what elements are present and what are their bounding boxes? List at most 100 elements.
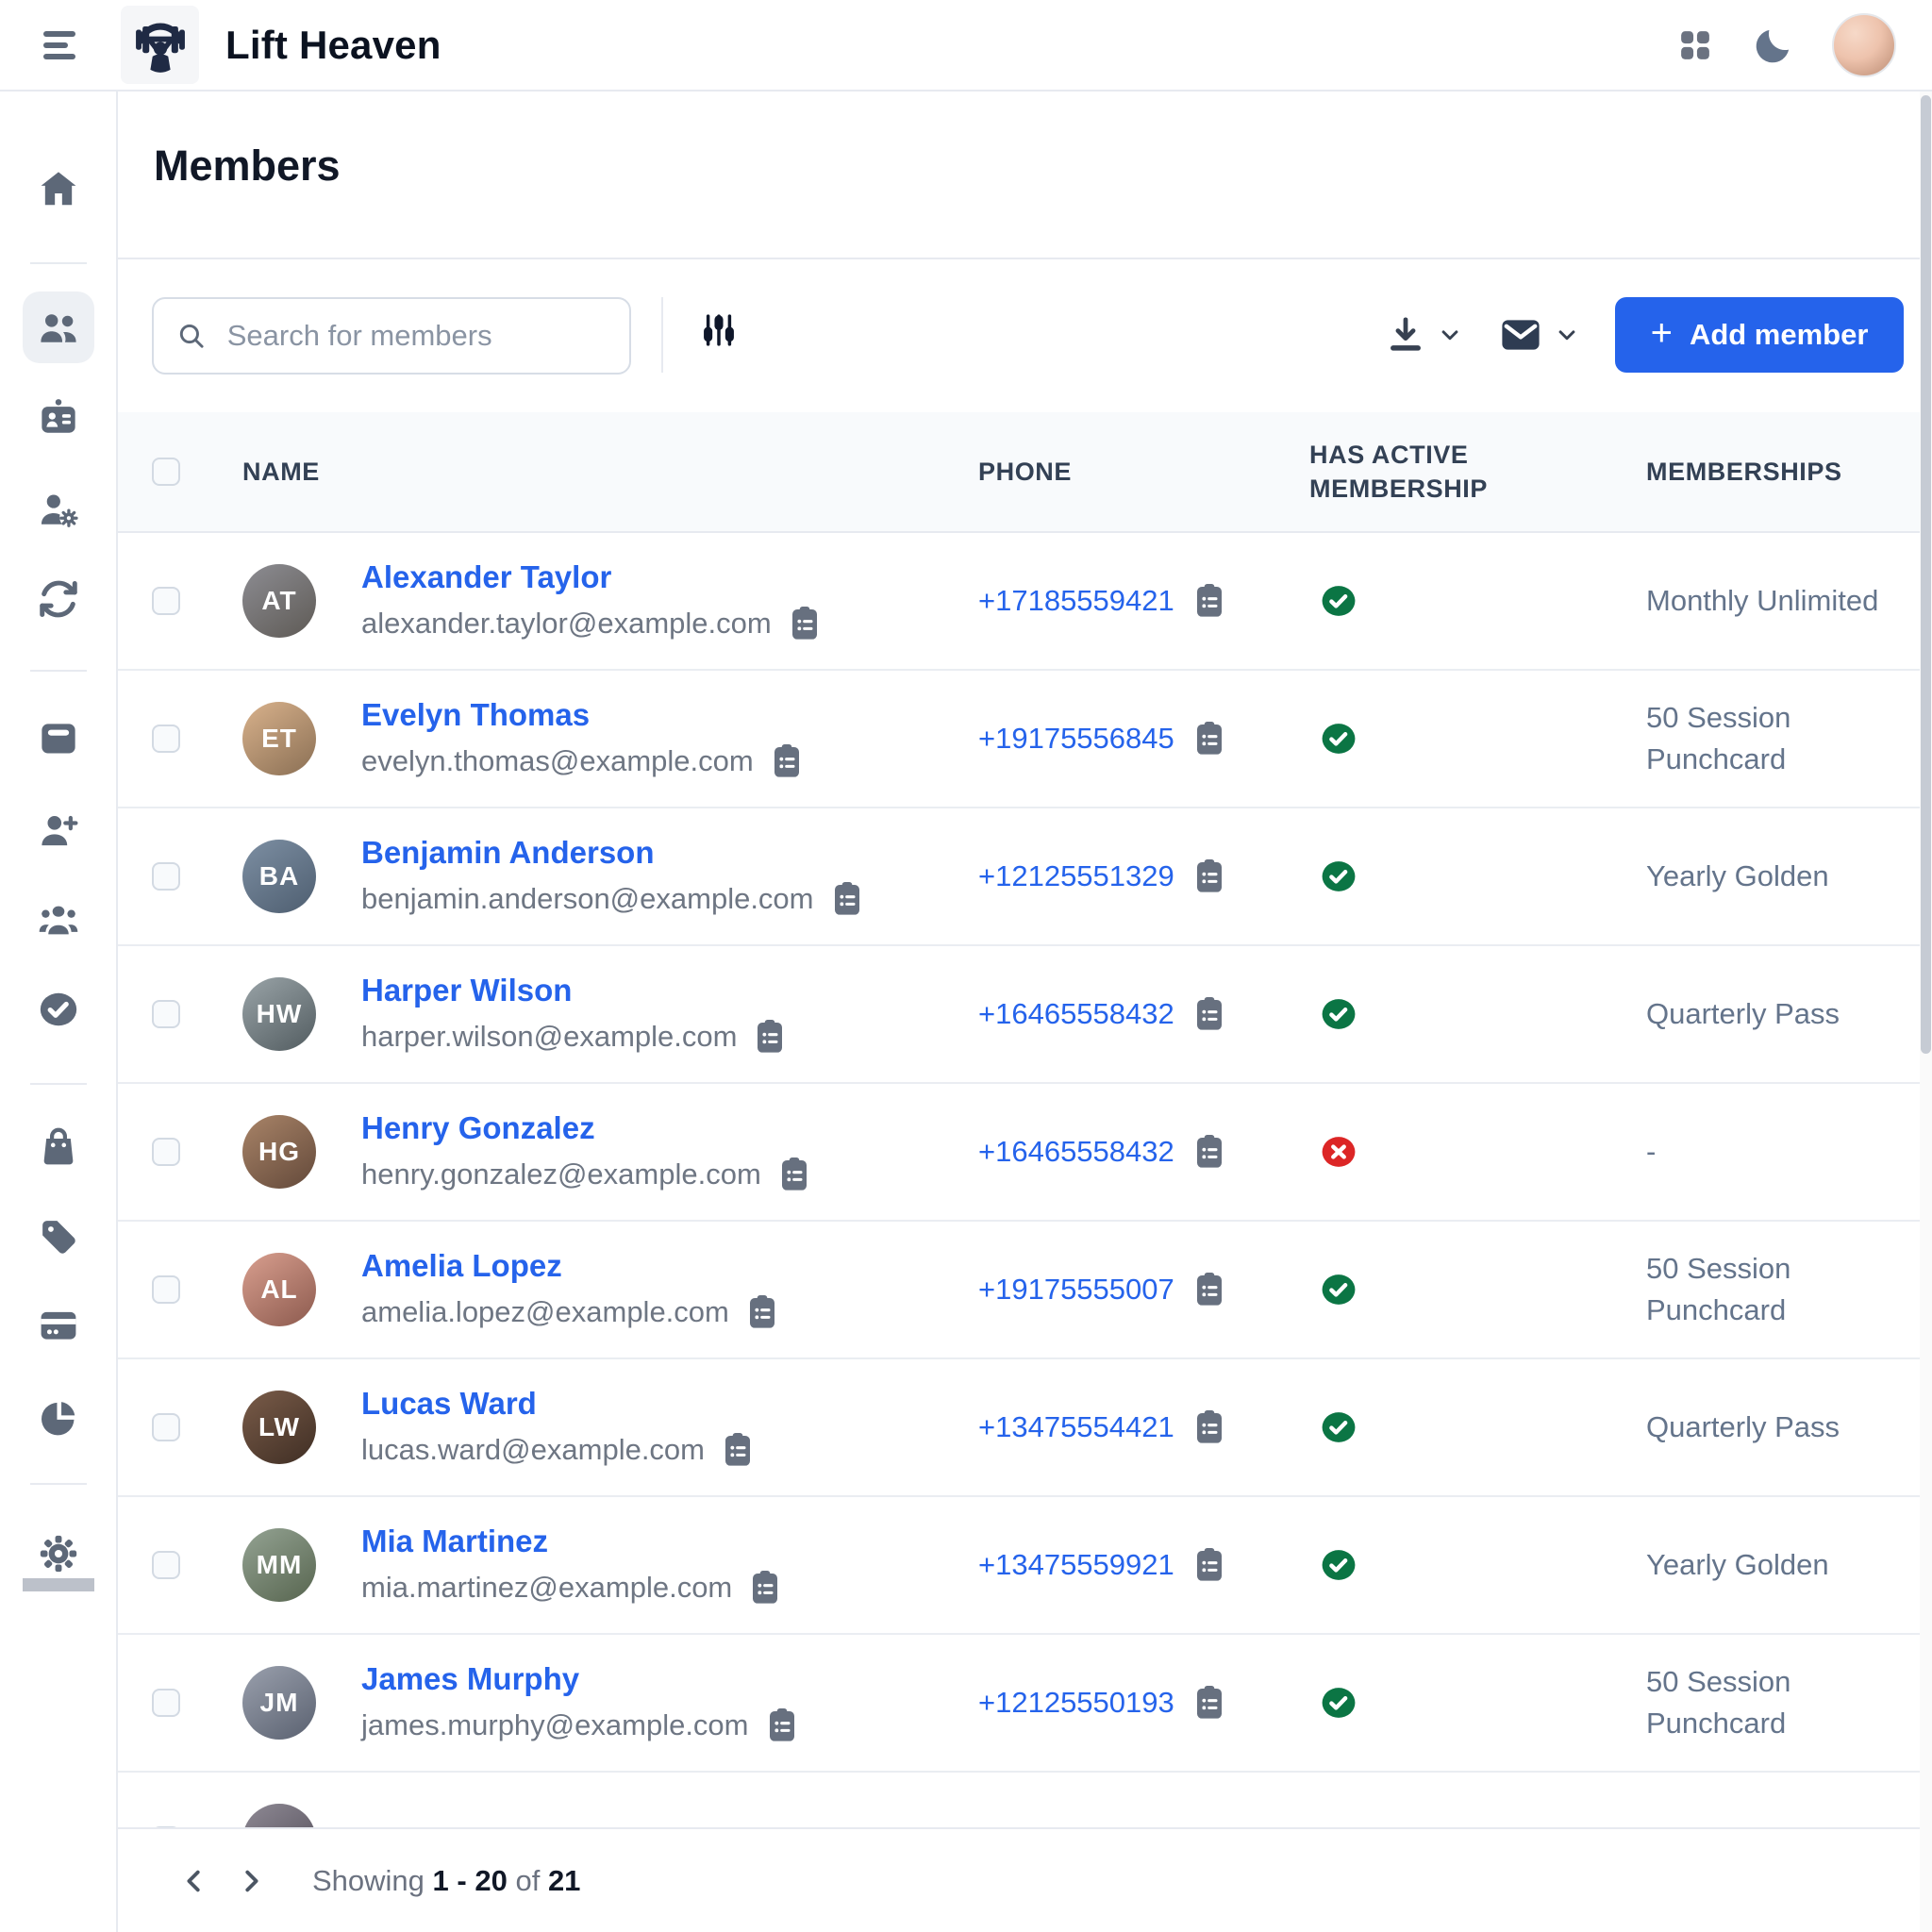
vertical-scrollbar[interactable] [1920,92,1932,1932]
copy-email-clipboard-icon[interactable] [766,1707,798,1744]
member-avatar: LW [242,1391,316,1464]
member-phone-link[interactable]: +13475554421 [978,1410,1174,1444]
sidebar-item-home[interactable] [23,153,94,225]
chevron-left-icon [180,1867,208,1895]
member-name-link[interactable]: Amelia Lopez [361,1248,778,1284]
active-check-icon [1321,1547,1357,1583]
sidebar-item-checkins[interactable] [23,974,94,1045]
sidebar-scroll-indicator [23,1578,94,1591]
member-phone-cell: +12125551329 [978,858,1309,895]
member-name-link[interactable]: Harper Wilson [361,973,786,1008]
member-phone-link[interactable]: +16465558432 [978,997,1174,1031]
sidebar-item-add-person[interactable] [23,794,94,866]
member-email: benjamin.anderson@example.com [361,882,814,916]
member-phone-link[interactable]: +19175556845 [978,722,1174,756]
row-checkbox[interactable] [152,587,180,615]
row-checkbox[interactable] [152,1275,180,1304]
sidebar-item-tags[interactable] [23,1201,94,1273]
members-toolbar: + Add member [118,259,1932,412]
member-phone-link[interactable]: +12125550193 [978,1686,1174,1720]
copy-phone-clipboard-icon[interactable] [1193,1133,1225,1171]
member-name-link[interactable]: Henry Gonzalez [361,1110,810,1146]
pagination-range: 1 - 20 [433,1864,508,1897]
row-checkbox[interactable] [152,1551,180,1579]
member-phone-link[interactable]: +16465558432 [978,1135,1174,1169]
member-email-line: evelyn.thomas@example.com [361,742,803,780]
member-phone-link[interactable]: +19175555007 [978,1273,1174,1307]
column-header-name: NAME [242,455,978,489]
scrollbar-thumb[interactable] [1921,95,1931,1054]
chevron-down-icon [1553,321,1581,349]
copy-phone-clipboard-icon[interactable] [1193,720,1225,758]
copy-phone-clipboard-icon[interactable] [1193,1408,1225,1446]
copy-phone-clipboard-icon[interactable] [1193,858,1225,895]
member-email: lucas.ward@example.com [361,1433,705,1467]
copy-phone-clipboard-icon[interactable] [1193,1271,1225,1308]
member-name-link[interactable]: Lucas Ward [361,1386,754,1422]
email-dropdown[interactable] [1498,312,1581,358]
copy-phone-clipboard-icon[interactable] [1193,1546,1225,1584]
member-name-link[interactable]: Benjamin Anderson [361,835,863,871]
sidebar-item-groups[interactable] [23,884,94,956]
sidebar-item-reports[interactable] [23,1382,94,1454]
main-content: Members [118,92,1932,1932]
member-phone-link[interactable]: +13475559921 [978,1548,1174,1582]
moon-icon[interactable] [1753,25,1794,66]
sidebar-item-memberships[interactable] [23,382,94,454]
copy-email-clipboard-icon[interactable] [749,1569,781,1607]
member-phone-cell: +19175556845 [978,720,1309,758]
row-checkbox[interactable] [152,1000,180,1028]
tag-icon [37,1215,80,1258]
column-header-phone: PHONE [978,455,1309,489]
app-title: Lift Heaven [225,23,441,68]
users-group-icon [37,898,80,941]
member-phone-link[interactable]: +17185559421 [978,584,1174,618]
sidebar-item-members[interactable] [23,291,94,363]
next-page-button[interactable] [229,1859,273,1903]
copy-email-clipboard-icon[interactable] [831,880,863,918]
member-phone-link[interactable]: +12125551329 [978,859,1174,893]
member-avatar: AT [242,564,316,638]
member-name-link[interactable]: James Murphy [361,1661,798,1697]
sidebar-item-payments[interactable] [23,1290,94,1361]
previous-page-button[interactable] [173,1859,216,1903]
filter-sliders-icon[interactable] [699,310,739,350]
copy-email-clipboard-icon[interactable] [722,1431,754,1469]
copy-email-clipboard-icon[interactable] [778,1156,810,1193]
chevron-right-icon [237,1867,265,1895]
add-member-button[interactable]: + Add member [1615,297,1904,373]
copy-email-clipboard-icon[interactable] [771,742,803,780]
member-membership: 50 Session Punchcard [1646,1661,1932,1744]
copy-phone-clipboard-icon[interactable] [1193,582,1225,620]
member-membership: Monthly Unlimited [1646,580,1932,622]
sidebar-item-staff[interactable] [23,474,94,545]
active-check-icon [1321,996,1357,1032]
sidebar-item-renewals[interactable] [23,563,94,635]
copy-email-clipboard-icon[interactable] [789,605,821,642]
member-name-link[interactable]: Mia Martinez [361,1524,781,1559]
apps-grid-icon[interactable] [1675,25,1715,65]
row-checkbox[interactable] [152,1689,180,1717]
row-checkbox[interactable] [152,1138,180,1166]
row-checkbox[interactable] [152,1413,180,1441]
member-email-line: harper.wilson@example.com [361,1018,786,1056]
sidebar-item-calendar[interactable] [23,702,94,774]
sidebar-item-shop[interactable] [23,1110,94,1182]
row-checkbox[interactable] [152,862,180,891]
export-dropdown[interactable] [1385,314,1464,356]
member-name-link[interactable]: Alexander Taylor [361,559,821,595]
select-all-checkbox[interactable] [152,458,180,486]
copy-phone-clipboard-icon[interactable] [1193,1684,1225,1722]
user-avatar[interactable] [1832,13,1896,77]
search-input[interactable] [227,319,607,353]
copy-email-clipboard-icon[interactable] [746,1293,778,1331]
pagination-total: 21 [548,1864,580,1897]
copy-phone-clipboard-icon[interactable] [1193,995,1225,1033]
search-box[interactable] [152,297,631,375]
row-checkbox[interactable] [152,724,180,753]
copy-email-clipboard-icon[interactable] [754,1018,786,1056]
sync-icon [37,577,80,621]
member-name-link[interactable]: Evelyn Thomas [361,697,803,733]
member-phone-cell: +12125550193 [978,1684,1309,1722]
hamburger-menu-icon[interactable] [43,31,75,59]
